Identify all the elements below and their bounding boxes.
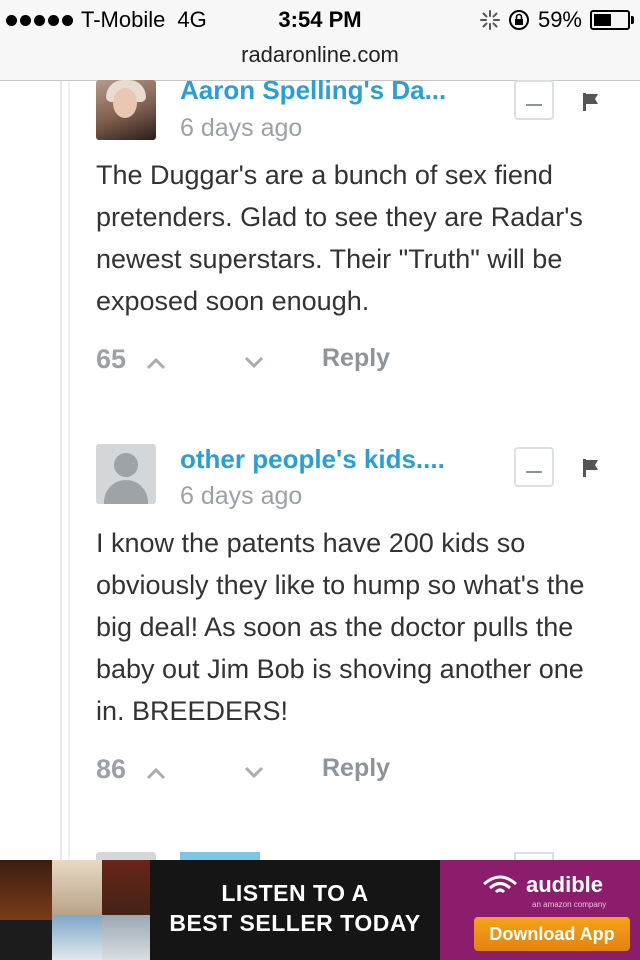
thread-line [60, 81, 62, 861]
avatar[interactable] [96, 444, 156, 504]
comment-author[interactable]: Aaron Spelling's Da... [180, 75, 490, 106]
comment-body: The Duggar's are a bunch of sex fiend pr… [96, 160, 583, 316]
downvote-icon[interactable] [244, 766, 264, 780]
reply-button[interactable]: Reply [322, 344, 390, 373]
battery-percent: 59% [537, 7, 582, 32]
audible-subtitle: an amazon company [532, 900, 607, 909]
flag-icon[interactable] [582, 458, 600, 478]
status-bar: T-Mobile 4G 3:54 PM 59% [0, 0, 640, 40]
audible-logo: audible [526, 872, 604, 897]
comment-item: Aaron Spelling's Da... 6 days ago The Du… [96, 75, 626, 398]
collapse-icon [526, 471, 542, 473]
ad-headline-panel: LISTEN TO A BEST SELLER TODAY [150, 860, 440, 960]
download-app-button[interactable]: Download App [474, 917, 630, 951]
book-cover [102, 915, 150, 960]
comment-body: I know the patents have 200 kids so obvi… [96, 528, 585, 726]
downvote-icon[interactable] [244, 356, 264, 370]
audible-wifi-icon [483, 875, 517, 894]
collapse-button[interactable] [514, 80, 554, 120]
vote-count: 65 [96, 344, 127, 374]
flag-icon[interactable] [582, 92, 600, 112]
ad-headline-line2: BEST SELLER TODAY [169, 910, 421, 936]
url-text: radaronline.com [241, 42, 399, 67]
comment-item: other people's kids.... 6 days ago I kno… [96, 444, 626, 804]
ad-headline-line1: LISTEN TO A [221, 880, 369, 906]
upvote-icon[interactable] [146, 356, 166, 370]
reply-button[interactable]: Reply [322, 754, 390, 783]
avatar[interactable] [96, 80, 156, 140]
battery-icon [590, 10, 634, 30]
comment-author[interactable]: other people's kids.... [180, 444, 490, 475]
activity-spinner-icon [479, 10, 500, 30]
collapse-button[interactable] [514, 447, 554, 487]
book-cover [52, 915, 102, 960]
rotation-lock-icon [508, 10, 529, 30]
comment-timestamp[interactable]: 6 days ago [180, 482, 302, 511]
ad-banner[interactable]: LISTEN TO A BEST SELLER TODAY audible an… [0, 860, 640, 960]
comment-timestamp[interactable]: 6 days ago [180, 114, 302, 143]
audible-panel: audible an amazon company Download App [440, 860, 640, 960]
vote-count: 86 [96, 754, 127, 784]
upvote-icon[interactable] [146, 766, 166, 780]
thread-line-inner [68, 81, 70, 861]
book-cover [0, 920, 52, 960]
collapse-icon [526, 104, 542, 106]
